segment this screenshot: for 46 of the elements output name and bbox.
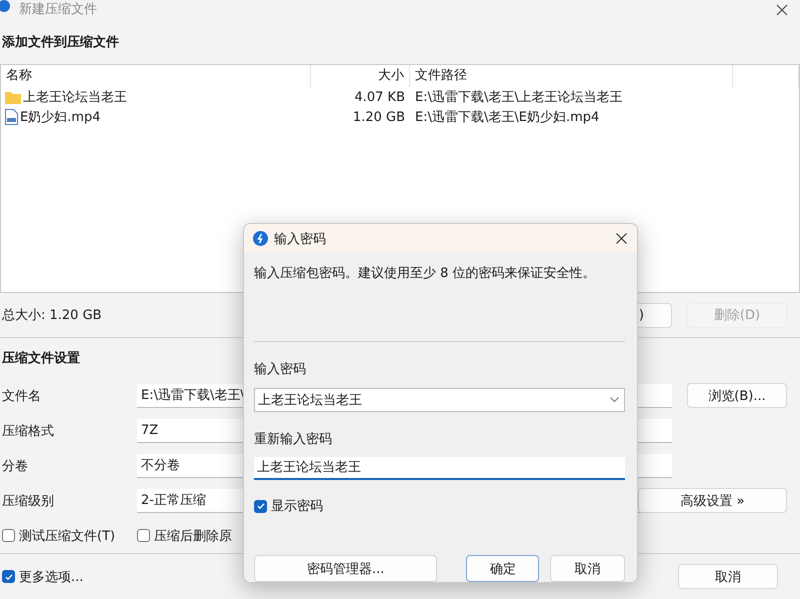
browse-button[interactable]: 浏览(B)... [687,383,787,408]
app-icon [253,231,268,246]
total-size: 总大小: 1.20 GB [2,307,102,324]
chevron-icon[interactable] [610,397,619,403]
file-path: E:\迅雷下载\老王\E奶少妇.mp4 [414,109,600,126]
check-icon [4,572,14,582]
file-name[interactable]: 上老王论坛当老王 [23,88,127,106]
section-heading: 添加文件到压缩文件 [2,35,119,50]
password-manager-button[interactable]: 密码管理器... [254,555,438,582]
password-combo[interactable]: 上老王论坛当老王 [254,388,625,412]
field-label: 输入密码 [254,361,306,379]
checkbox[interactable] [2,529,15,542]
file-size: 1.20 GB [352,110,406,124]
field-label: 重新输入密码 [254,431,332,449]
checkbox[interactable] [254,500,267,512]
column-header[interactable]: 大小 [311,65,410,87]
dialog-title: 输入密码 [274,230,326,248]
window-title: 新建压缩文件 [19,2,97,15]
check-icon [256,501,266,511]
dialog-message: 输入压缩包密码。建议使用至少 8 位的密码来保证安全性。 [254,265,596,282]
checkbox-label: 更多选项... [19,568,84,586]
cancel-button[interactable]: 取消 [678,564,778,589]
checkbox-label: 测试压缩文件(T) [19,528,116,544]
advanced-settings-button[interactable]: 高级设置 » [638,488,787,513]
cancel-button[interactable]: 取消 [550,555,625,582]
section-heading: 压缩文件设置 [2,350,80,367]
checkbox[interactable] [137,529,150,542]
column-header[interactable]: 名称 [1,65,311,87]
ok-button[interactable]: 确定 [466,555,540,582]
field-label: 压缩格式 [1,422,55,440]
app-icon [0,0,10,12]
file-size: 4.07 KB [353,90,406,104]
field-label: 压缩级别 [1,492,55,510]
folder-icon [5,90,21,104]
close-icon[interactable] [776,4,788,15]
file-icon [5,109,18,125]
file-name[interactable]: E奶少妇.mp4 [20,108,101,126]
field-label: 分卷 [1,458,29,474]
file-path: E:\迅雷下载\老王\上老王论坛当老王 [414,89,624,106]
checkbox-label: 显示密码 [271,498,323,515]
close-icon[interactable] [616,233,627,244]
field-label: 文件名 [1,388,42,404]
checkbox-label: 压缩后删除原 [154,528,232,544]
column-header[interactable]: 文件路径 [410,65,733,87]
checkbox[interactable] [2,570,15,583]
input-field[interactable]: 上老王论坛当老王 [254,457,625,480]
